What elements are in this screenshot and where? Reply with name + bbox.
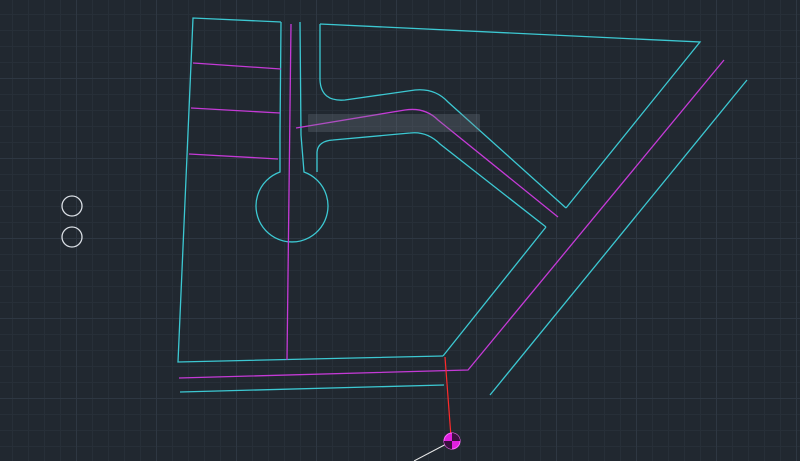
bottom-road-lower-edge[interactable] bbox=[179, 384, 445, 393]
cad-drawing-canvas[interactable] bbox=[0, 0, 800, 461]
parcel-boundary[interactable] bbox=[177, 17, 444, 363]
main-road-centerline[interactable] bbox=[286, 23, 292, 361]
lot-line-2[interactable] bbox=[190, 107, 281, 114]
model-space-viewport[interactable] bbox=[0, 0, 800, 461]
nav-circle-top[interactable] bbox=[61, 195, 83, 217]
lot-line-3[interactable] bbox=[188, 153, 279, 160]
lot-line-1[interactable] bbox=[192, 62, 282, 70]
diagonal-road-centerline[interactable] bbox=[178, 59, 725, 379]
snap-marker-icon[interactable] bbox=[443, 432, 461, 450]
nav-circle-bottom[interactable] bbox=[61, 226, 83, 248]
hover-tooltip-placeholder bbox=[308, 114, 480, 132]
dimension-line[interactable] bbox=[444, 356, 452, 438]
parcel-boundary-diagonal-edge[interactable] bbox=[442, 226, 547, 357]
diagonal-road-outer-edge[interactable] bbox=[489, 79, 748, 396]
